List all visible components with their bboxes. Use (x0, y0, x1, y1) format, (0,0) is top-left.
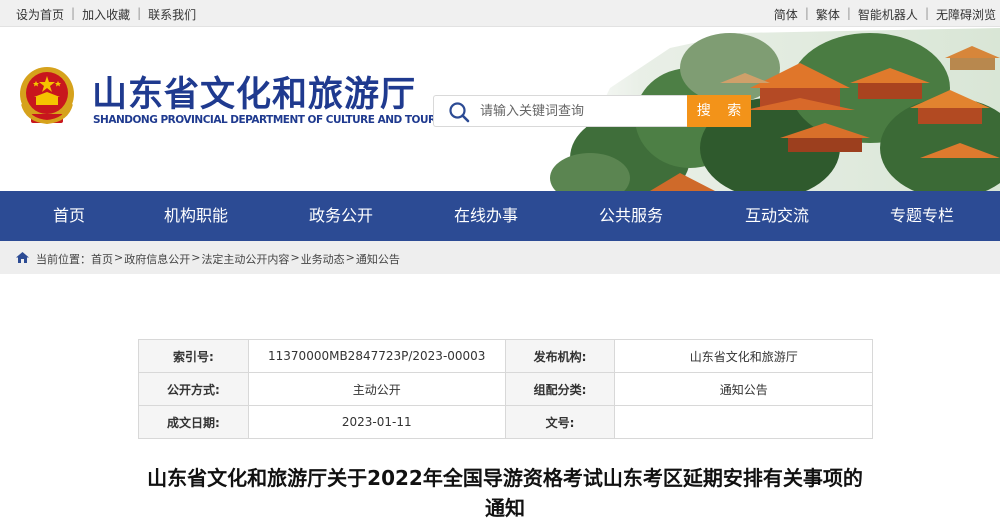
site-subtitle: SHANDONG PROVINCIAL DEPARTMENT OF CULTUR… (93, 114, 457, 126)
breadcrumb-item[interactable]: 法定主动公开内容 (201, 251, 289, 267)
contact-us-link[interactable]: 联系我们 (148, 6, 196, 23)
breadcrumb-label: 当前位置： (36, 253, 91, 266)
national-emblem-icon (20, 67, 74, 125)
nav-item-functions[interactable]: 机构职能 (164, 191, 228, 241)
top-left-links: 设为首页 | 加入收藏 | 联系我们 (16, 6, 196, 23)
traditional-chinese-link[interactable]: 繁体 (816, 6, 840, 23)
table-row: 索引号: 11370000MB2847723P/2023-00003 发布机构:… (138, 339, 873, 373)
search-bar: 搜 索 (433, 95, 751, 127)
site-header: 山东省文化和旅游厅 SHANDONG PROVINCIAL DEPARTMENT… (0, 28, 1000, 191)
disclosure-mode-value: 主动公开 (247, 372, 506, 406)
simplified-chinese-link[interactable]: 简体 (774, 6, 798, 23)
written-date-label: 成文日期: (138, 405, 249, 439)
home-icon (16, 252, 29, 263)
written-date-value: 2023-01-11 (247, 405, 506, 439)
divider: | (924, 6, 929, 20)
table-row: 公开方式: 主动公开 组配分类: 通知公告 (138, 372, 873, 406)
search-input[interactable] (480, 101, 680, 121)
document-number-label: 文号: (504, 405, 616, 439)
category-label: 组配分类: (504, 372, 616, 406)
set-homepage-link[interactable]: 设为首页 (16, 6, 64, 23)
breadcrumb-item-current[interactable]: 通知公告 (356, 251, 400, 267)
table-row: 成文日期: 2023-01-11 文号: (138, 405, 873, 439)
divider: | (137, 6, 142, 20)
breadcrumb: 当前位置： 首页 > 政府信息公开 > 法定主动公开内容 > 业务动态 > 通知… (0, 241, 1000, 274)
nav-item-public-services[interactable]: 公共服务 (599, 191, 663, 241)
document-info-table: 索引号: 11370000MB2847723P/2023-00003 发布机构:… (138, 339, 873, 439)
category-value: 通知公告 (614, 372, 873, 406)
index-number-label: 索引号: (138, 339, 249, 373)
nav-item-home[interactable]: 首页 (53, 191, 85, 241)
breadcrumb-separator: > (345, 251, 355, 264)
nav-item-gov-affairs[interactable]: 政务公开 (309, 191, 373, 241)
nav-item-online-services[interactable]: 在线办事 (454, 191, 518, 241)
breadcrumb-separator: > (114, 251, 124, 264)
top-right-links: 简体 | 繁体 | 智能机器人 | 无障碍浏览 (774, 6, 996, 23)
accessibility-link[interactable]: 无障碍浏览 (936, 6, 996, 23)
search-icon (449, 102, 470, 123)
breadcrumb-item[interactable]: 业务动态 (301, 251, 345, 267)
nav-item-interaction[interactable]: 互动交流 (745, 191, 809, 241)
article-title-line-1: 山东省文化和旅游厅关于2022年全国导游资格考试山东考区延期安排有关事项的 (147, 466, 863, 490)
breadcrumb-item[interactable]: 首页 (91, 251, 113, 267)
site-title: 山东省文化和旅游厅 (92, 75, 417, 115)
article-title-line-2: 通知 (485, 496, 525, 520)
index-number-value: 11370000MB2847723P/2023-00003 (247, 339, 506, 373)
breadcrumb-separator: > (290, 251, 300, 264)
breadcrumb-trail: 当前位置： 首页 > 政府信息公开 > 法定主动公开内容 > 业务动态 > 通知… (36, 251, 400, 267)
divider: | (846, 6, 851, 20)
smart-robot-link[interactable]: 智能机器人 (858, 6, 918, 23)
breadcrumb-separator: > (191, 251, 201, 264)
main-nav: 首页 机构职能 政务公开 在线办事 公共服务 互动交流 专题专栏 (0, 191, 1000, 241)
publisher-value: 山东省文化和旅游厅 (614, 339, 873, 373)
disclosure-mode-label: 公开方式: (138, 372, 249, 406)
search-box (433, 95, 687, 127)
search-button[interactable]: 搜 索 (687, 95, 751, 127)
top-utility-bar: 设为首页 | 加入收藏 | 联系我们 简体 | 繁体 | 智能机器人 | 无障碍… (0, 0, 1000, 27)
add-favorite-link[interactable]: 加入收藏 (82, 6, 130, 23)
divider: | (71, 6, 76, 20)
nav-item-special-topics[interactable]: 专题专栏 (890, 191, 954, 241)
publisher-label: 发布机构: (504, 339, 616, 373)
document-number-value (614, 405, 873, 439)
divider: | (804, 6, 809, 20)
breadcrumb-item[interactable]: 政府信息公开 (124, 251, 190, 267)
article-title: 山东省文化和旅游厅关于2022年全国导游资格考试山东考区延期安排有关事项的 通知 (130, 463, 880, 523)
